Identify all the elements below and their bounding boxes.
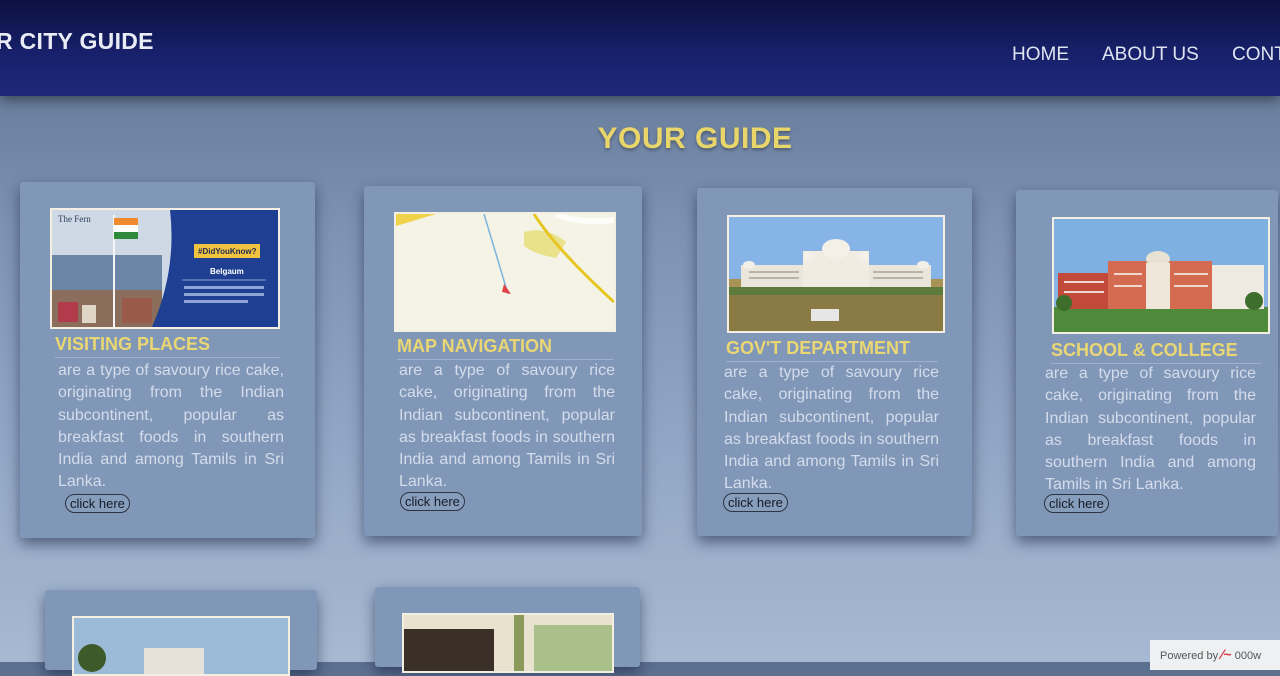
- card-map-navigation: MAP NAVIGATION are a type of savoury ric…: [364, 186, 642, 536]
- card-image-row2-1[interactable]: [72, 616, 290, 676]
- image-badge-text: #DidYouKnow?: [198, 247, 257, 256]
- belgaum-poster-image: The Fern #DidYouKnow? Belgaum: [52, 210, 278, 327]
- card-school-college: SCHOOL & COLLEGE are a type of savoury r…: [1016, 190, 1278, 536]
- college-building-image: [1054, 219, 1268, 332]
- page-title: YOUR GUIDE: [597, 122, 793, 155]
- click-here-button[interactable]: click here: [65, 494, 130, 513]
- card-visiting-places: The Fern #DidYouKnow? Belgaum VISITING P…: [20, 182, 315, 538]
- card-title: GOV'T DEPARTMENT: [726, 338, 938, 362]
- card-image-govt-department[interactable]: [727, 215, 945, 333]
- card-image-map-navigation[interactable]: [394, 212, 616, 332]
- card-image-school-college[interactable]: [1052, 217, 1270, 334]
- nav-about-us[interactable]: ABOUT US: [1102, 44, 1199, 66]
- card-image-visiting-places[interactable]: The Fern #DidYouKnow? Belgaum: [50, 208, 280, 329]
- card-govt-department: GOV'T DEPARTMENT are a type of savoury r…: [697, 188, 972, 536]
- image-city-text: Belgaum: [210, 267, 244, 276]
- host-logo-icon: ⁄~: [1221, 646, 1232, 662]
- host-name: 000w: [1234, 650, 1262, 662]
- card-description: are a type of savoury rice cake, origina…: [724, 364, 939, 493]
- nav-contact[interactable]: CONT: [1232, 44, 1280, 66]
- top-navbar: R CITY GUIDE HOME ABOUT US CONT: [0, 0, 1280, 96]
- nav-home[interactable]: HOME: [1012, 44, 1069, 66]
- card-row2-1: [45, 590, 317, 676]
- powered-by-badge[interactable]: Powered by ⁄~ 000w: [1150, 640, 1280, 670]
- card-title: VISITING PLACES: [55, 334, 280, 358]
- click-here-button[interactable]: click here: [400, 492, 465, 511]
- powered-by-label: Powered by: [1160, 650, 1219, 662]
- site-brand[interactable]: R CITY GUIDE: [0, 28, 154, 55]
- government-building-image: [729, 217, 943, 331]
- click-here-button[interactable]: click here: [723, 493, 788, 512]
- card-description: are a type of savoury rice cake, origina…: [399, 362, 615, 491]
- card-title: SCHOOL & COLLEGE: [1051, 340, 1261, 364]
- image-logo-text: The Fern: [58, 214, 91, 224]
- click-here-button[interactable]: click here: [1044, 494, 1109, 513]
- interior-image: [404, 615, 612, 671]
- card-title: MAP NAVIGATION: [397, 336, 613, 360]
- card-row2-2: [375, 587, 640, 673]
- building-image: [74, 618, 288, 674]
- map-image: [396, 214, 614, 330]
- card-image-row2-2[interactable]: [402, 613, 614, 673]
- card-description: are a type of savoury rice cake, origina…: [58, 362, 284, 491]
- card-description: are a type of savoury rice cake, origina…: [1045, 365, 1256, 494]
